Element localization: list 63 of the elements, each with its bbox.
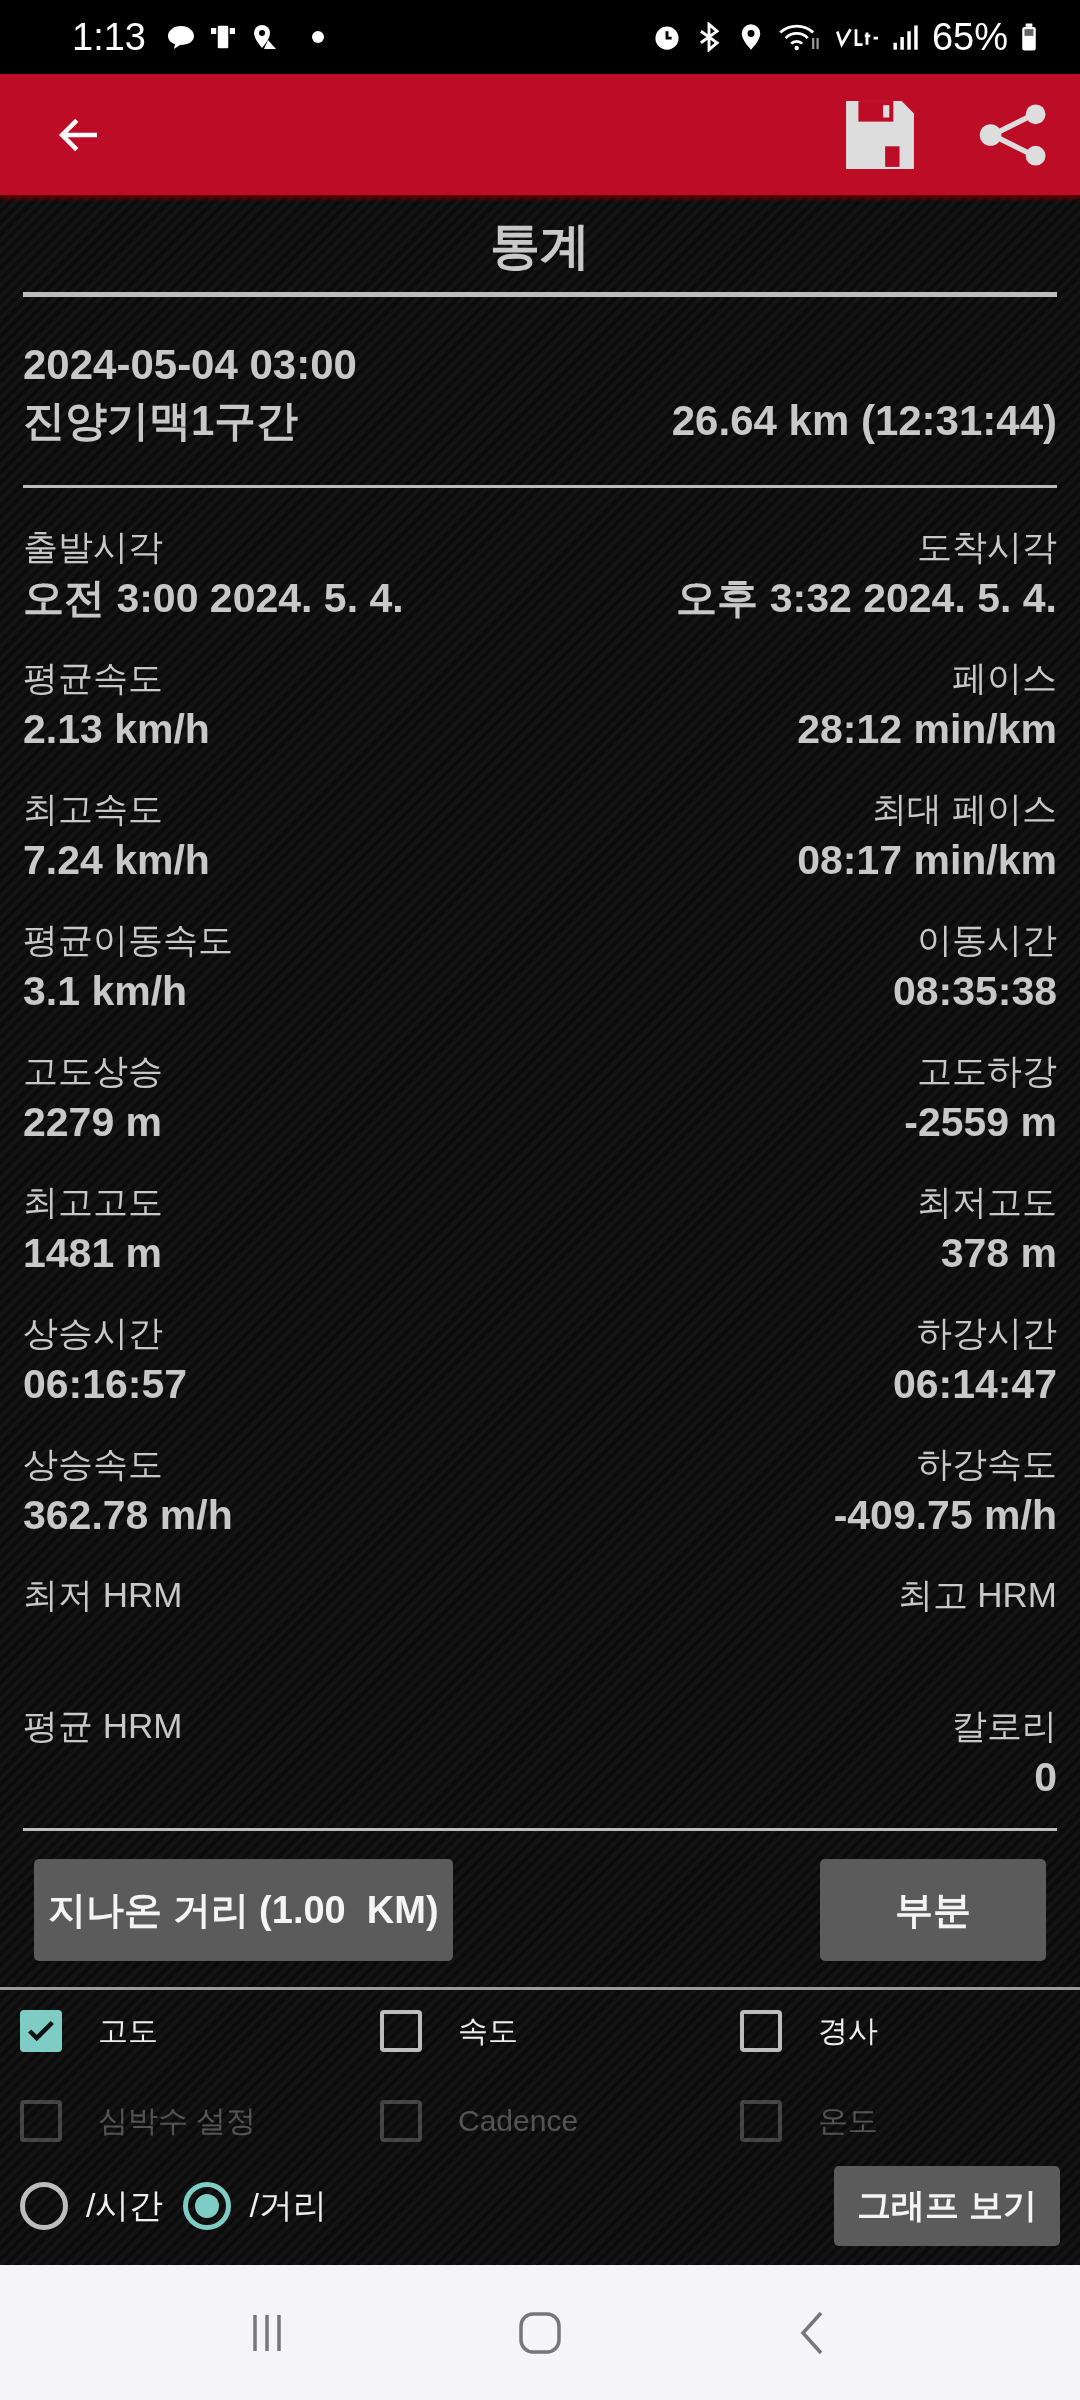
stat-value: 06:16:57: [23, 1360, 188, 1409]
checkbox[interactable]: [380, 2010, 422, 2052]
stat-label: 페이스: [952, 657, 1057, 699]
save-icon[interactable]: [844, 98, 916, 171]
view-graph-button[interactable]: 그래프 보기: [834, 2166, 1060, 2246]
battery-icon: [1020, 22, 1038, 52]
stat-value: 2.13 km/h: [23, 705, 210, 754]
segment-button[interactable]: 부분: [820, 1859, 1046, 1961]
checkbox[interactable]: [20, 2010, 62, 2052]
track-date: 2024-05-04 03:00: [23, 340, 358, 390]
checkbox-label: 고도: [98, 2012, 158, 2049]
radio-button[interactable]: [183, 2182, 232, 2230]
stat-value: 3.1 km/h: [23, 967, 189, 1016]
stat-label: 하강속도: [917, 1443, 1057, 1485]
stat-value: -2559 m: [904, 1098, 1057, 1147]
stat-value: 28:12 min/km: [797, 705, 1057, 754]
stat-value: 08:17 min/km: [797, 836, 1057, 885]
stat-label: 평균이동속도: [23, 919, 233, 961]
stat-label: 최고속도: [23, 788, 164, 830]
stat-value: -409.75 m/h: [833, 1491, 1057, 1540]
wifi-icon: [777, 22, 822, 52]
stat-value: 2279 m: [23, 1098, 163, 1147]
stat-label: 평균 HRM: [23, 1705, 183, 1747]
stat-label: 고도상승: [23, 1050, 163, 1092]
track-name: 진양기맥1구간: [23, 396, 299, 446]
stat-label: 상승시간: [23, 1312, 164, 1354]
stat-label: 최고고도: [23, 1181, 163, 1223]
clock-time: 1:13: [72, 15, 146, 59]
checkbox-label: 경사: [818, 2012, 878, 2049]
checkbox-label: 심박수 설정: [98, 2102, 257, 2139]
battery-percent: 65%: [931, 15, 1008, 59]
stat-label: 최대 페이스: [872, 788, 1057, 830]
stat-label: 최저고도: [917, 1181, 1057, 1223]
checkbox-label: 속도: [458, 2012, 518, 2049]
stat-label: 최저 HRM: [23, 1574, 183, 1616]
stat-label: 도착시각: [917, 526, 1057, 568]
stat-value: 오전 3:00 2024. 5. 4.: [23, 574, 404, 623]
stat-label: 이동시간: [917, 919, 1057, 961]
checkbox-label: Cadence: [458, 2104, 579, 2138]
stat-value: 06:14:47: [892, 1360, 1057, 1409]
notification-dot-icon: [311, 31, 324, 43]
radio-button[interactable]: [20, 2182, 68, 2230]
stat-value: 362.78 m/h: [23, 1491, 233, 1540]
stat-value: 08:35:38: [892, 967, 1057, 1016]
stat-value: 1481 m: [23, 1229, 163, 1278]
stat-value: 7.24 km/h: [23, 836, 210, 885]
checkbox[interactable]: [740, 2010, 782, 2052]
radio-label: /시간: [86, 2185, 164, 2226]
stat-label: 최고 HRM: [897, 1574, 1057, 1616]
stat-label: 하강시간: [917, 1312, 1057, 1354]
page-title: 통계: [489, 217, 591, 276]
checkbox-label: 온도: [818, 2102, 878, 2139]
stat-value: 0: [1034, 1753, 1057, 1802]
stat-label: 평균속도: [23, 657, 164, 699]
radio-label: /거리: [249, 2185, 327, 2226]
track-summary: 26.64 km (12:31:44): [671, 396, 1057, 446]
stat-label: 칼로리: [952, 1705, 1057, 1747]
stat-value: 오후 3:32 2024. 5. 4.: [676, 574, 1057, 623]
distance-button[interactable]: 지나온 거리 (1.00 KM): [34, 1859, 453, 1961]
stat-label: 출발시각: [23, 526, 164, 568]
stat-value: 378 m: [940, 1229, 1057, 1278]
stat-label: 고도하강: [917, 1050, 1057, 1092]
stat-label: 상승속도: [23, 1443, 164, 1485]
